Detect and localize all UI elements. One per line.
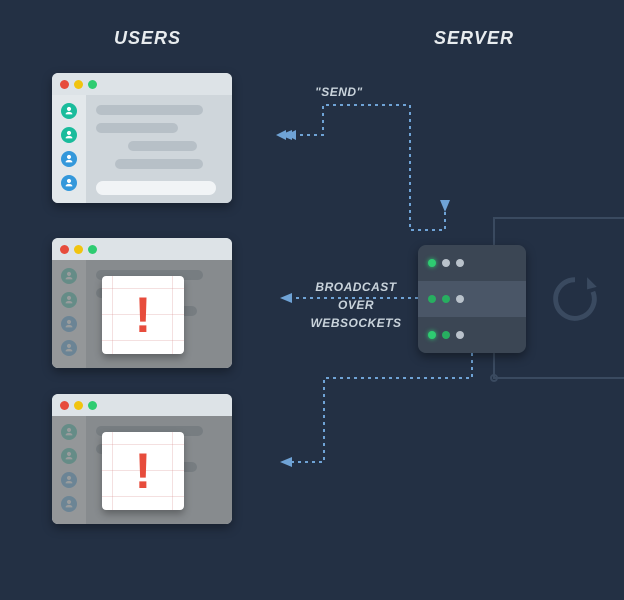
window-titlebar xyxy=(52,73,232,95)
close-icon xyxy=(60,245,69,254)
server-heading: SERVER xyxy=(434,28,514,49)
led-on-icon xyxy=(428,295,436,303)
broadcast-label-line: BROADCAST OVER xyxy=(315,280,396,312)
broadcast-label: BROADCAST OVER WEBSOCKETS xyxy=(296,278,416,332)
user-window-alert: ! xyxy=(52,394,232,524)
led-on-icon xyxy=(428,331,436,339)
minimize-icon xyxy=(74,401,83,410)
user-window-active xyxy=(52,73,232,203)
user-window-alert: ! xyxy=(52,238,232,368)
user-icon xyxy=(61,103,77,119)
user-icon xyxy=(61,175,77,191)
server-rack xyxy=(418,245,526,281)
alert-modal: ! xyxy=(102,276,184,354)
chat-bubble xyxy=(96,105,203,115)
refresh-icon xyxy=(546,270,604,328)
led-on-icon xyxy=(442,331,450,339)
window-titlebar xyxy=(52,238,232,260)
alert-modal: ! xyxy=(102,432,184,510)
window-titlebar xyxy=(52,394,232,416)
user-icon xyxy=(61,151,77,167)
led-on-icon xyxy=(428,259,436,267)
user-sidebar xyxy=(52,95,86,203)
exclamation-icon: ! xyxy=(135,290,152,340)
server-stack xyxy=(418,245,526,353)
led-on-icon xyxy=(442,295,450,303)
zoom-icon xyxy=(88,401,97,410)
server-rack xyxy=(418,281,526,317)
user-icon xyxy=(61,127,77,143)
led-off-icon xyxy=(456,259,464,267)
close-icon xyxy=(60,80,69,89)
minimize-icon xyxy=(74,80,83,89)
users-heading: USERS xyxy=(114,28,181,49)
chat-input-placeholder xyxy=(96,181,216,195)
chat-bubble xyxy=(128,141,197,151)
led-off-icon xyxy=(456,295,464,303)
exclamation-icon: ! xyxy=(135,446,152,496)
zoom-icon xyxy=(88,245,97,254)
close-icon xyxy=(60,401,69,410)
chat-bubble xyxy=(96,123,178,133)
chat-bubble xyxy=(115,159,203,169)
server-rack xyxy=(418,317,526,353)
minimize-icon xyxy=(74,245,83,254)
broadcast-label-line: WEBSOCKETS xyxy=(310,316,401,330)
send-label: "SEND" xyxy=(315,85,363,99)
chat-content xyxy=(86,95,232,203)
led-off-icon xyxy=(442,259,450,267)
zoom-icon xyxy=(88,80,97,89)
led-off-icon xyxy=(456,331,464,339)
